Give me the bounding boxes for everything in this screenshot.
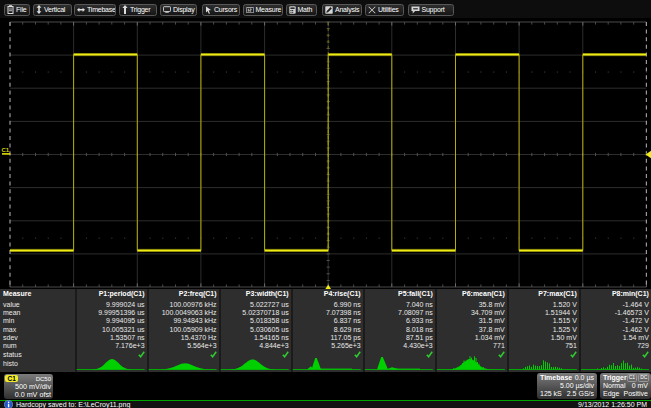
svg-text:C1: C1 xyxy=(2,147,10,153)
